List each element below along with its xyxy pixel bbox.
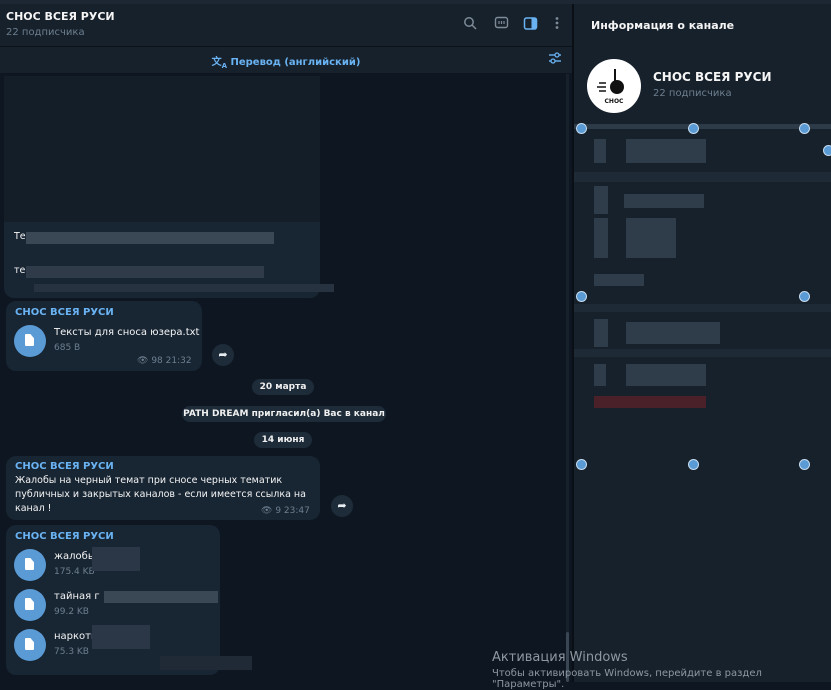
censored-content xyxy=(626,322,720,344)
message-bubble[interactable]: Те те xyxy=(4,222,334,298)
censored-content xyxy=(594,274,644,286)
message-meta: 👁 9 23:47 xyxy=(261,506,310,516)
chat-subtitle: 22 подписчика xyxy=(6,27,85,38)
translate-bar[interactable]: 文A Перевод (английский) xyxy=(0,46,572,73)
censored-content xyxy=(574,172,831,182)
message-time: 23:47 xyxy=(283,506,310,516)
resize-handle[interactable] xyxy=(799,123,810,134)
message-bubble[interactable]: СНОС ВСЕЯ РУСИ Жалобы на черный темат пр… xyxy=(6,456,320,520)
resize-handle[interactable] xyxy=(576,291,587,302)
censored-text xyxy=(92,547,140,571)
resize-handle[interactable] xyxy=(576,459,587,470)
censored-content xyxy=(594,139,606,163)
channel-info-panel: Информация о канале СНОС СНОС ВСЕЯ РУСИ … xyxy=(574,4,831,682)
channel-logo-icon: СНОС xyxy=(597,69,625,105)
service-message: PATH DREAM пригласил(а) Вас в канал xyxy=(182,406,386,422)
file-name[interactable]: Тексты для сноса юзера.txt xyxy=(54,327,199,338)
resize-handle[interactable] xyxy=(688,123,699,134)
chat-area: СНОС ВСЕЯ РУСИ 22 подписчика 文A Перевод … xyxy=(0,4,572,682)
message-media[interactable] xyxy=(4,76,320,226)
panel-title: Информация о канале xyxy=(591,19,735,32)
censored-text xyxy=(104,591,218,603)
message-sender[interactable]: СНОС ВСЕЯ РУСИ xyxy=(15,461,114,472)
message-text: Те xyxy=(14,231,26,242)
censored-content xyxy=(594,364,606,386)
windows-activation-title: Активация Windows xyxy=(492,650,628,665)
resize-handle[interactable] xyxy=(799,459,810,470)
resize-handle[interactable] xyxy=(688,459,699,470)
selection-line xyxy=(574,124,831,129)
censored-content xyxy=(594,319,608,347)
censored-text xyxy=(26,266,264,278)
message-text-line: Жалобы на черный темат при сносе черных … xyxy=(15,475,283,486)
views-count: 98 xyxy=(151,356,163,366)
censored-content xyxy=(626,364,706,386)
message-text: те xyxy=(14,265,26,276)
censored-content xyxy=(624,194,704,208)
windows-activation-hint: Чтобы активировать Windows, перейдите в … xyxy=(492,668,762,690)
censored-text xyxy=(92,625,150,649)
censored-content xyxy=(594,396,706,408)
views-icon: 👁 xyxy=(137,356,149,366)
chat-header[interactable]: СНОС ВСЕЯ РУСИ 22 подписчика xyxy=(0,4,572,46)
svg-text:СНОС: СНОС xyxy=(605,98,625,105)
channel-avatar[interactable]: СНОС xyxy=(587,59,641,113)
censored-content xyxy=(626,139,706,163)
censored-content xyxy=(574,349,831,357)
comments-icon[interactable] xyxy=(493,16,509,32)
censored-content xyxy=(594,218,608,258)
more-icon[interactable] xyxy=(549,16,565,32)
message-sender[interactable]: СНОС ВСЕЯ РУСИ xyxy=(15,531,114,542)
censored-content xyxy=(594,186,608,214)
censored-text xyxy=(34,284,334,292)
file-name[interactable]: жалобы xyxy=(54,551,96,562)
file-icon[interactable] xyxy=(14,629,46,661)
message-text-line: публичных и закрытых каналов - если имее… xyxy=(15,489,306,500)
censored-text xyxy=(26,232,274,244)
message-time: 21:32 xyxy=(165,356,192,366)
resize-handle[interactable] xyxy=(799,291,810,302)
views-icon: 👁 xyxy=(261,506,273,516)
file-icon[interactable] xyxy=(14,325,46,357)
forward-icon[interactable]: ➦ xyxy=(331,495,353,517)
file-size: 75.3 KB xyxy=(54,647,89,657)
censored-content xyxy=(626,218,676,258)
message-sender[interactable]: СНОС ВСЕЯ РУСИ xyxy=(15,307,114,318)
file-size: 685 B xyxy=(54,343,81,353)
file-icon[interactable] xyxy=(14,589,46,621)
message-meta: 👁 98 21:32 xyxy=(137,356,192,366)
search-icon[interactable] xyxy=(462,16,478,32)
message-text-line: канал ! xyxy=(15,503,52,514)
censored-content xyxy=(574,304,831,312)
channel-name: СНОС ВСЕЯ РУСИ xyxy=(653,70,772,84)
message-bubble[interactable]: СНОС ВСЕЯ РУСИ жалобы 175.4 KB тайная г … xyxy=(6,525,220,675)
translate-settings-icon[interactable] xyxy=(548,52,562,67)
channel-subscribers: 22 подписчика xyxy=(653,88,732,99)
date-separator: 20 марта xyxy=(252,379,314,395)
chat-scrollbar[interactable] xyxy=(566,74,569,674)
message-bubble[interactable]: СНОС ВСЕЯ РУСИ Тексты для сноса юзера.tx… xyxy=(6,301,202,371)
translate-label[interactable]: 文A Перевод (английский) xyxy=(0,53,572,70)
file-name[interactable]: наркоти xyxy=(54,631,98,642)
views-count: 9 xyxy=(275,506,282,516)
resize-handle[interactable] xyxy=(576,123,587,134)
date-separator: 14 июня xyxy=(254,432,312,448)
file-icon[interactable] xyxy=(14,549,46,581)
resize-handle[interactable] xyxy=(823,145,831,156)
chat-title[interactable]: СНОС ВСЕЯ РУСИ xyxy=(6,10,115,23)
file-size: 99.2 KB xyxy=(54,607,89,617)
sidebar-toggle-icon[interactable] xyxy=(522,16,538,32)
translate-icon: 文A xyxy=(211,57,227,70)
file-size: 175.4 KB xyxy=(54,567,95,577)
file-name[interactable]: тайная г xyxy=(54,591,100,602)
censored-text xyxy=(160,656,252,670)
forward-icon[interactable]: ➦ xyxy=(212,344,234,366)
